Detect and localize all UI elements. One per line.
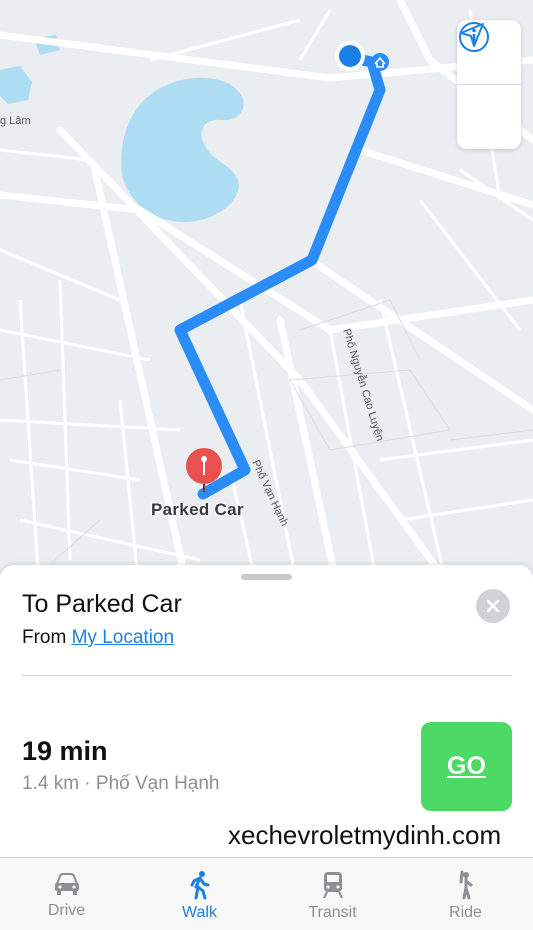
- close-icon: [486, 599, 500, 613]
- my-location-link[interactable]: My Location: [72, 627, 174, 648]
- walk-icon: [190, 871, 209, 900]
- map-controls: [457, 20, 521, 149]
- tab-drive[interactable]: Drive: [0, 858, 133, 930]
- tab-ride[interactable]: Ride: [399, 858, 532, 930]
- tab-transit[interactable]: Transit: [266, 858, 399, 930]
- route-origin: From My Location: [22, 627, 174, 649]
- destination-label: Parked Car: [151, 500, 244, 519]
- map-canvas: Phố Nguyễn Cao Luyện Phố Vạn Hạnh g Lâm: [0, 0, 533, 600]
- route-details: 1.4 km · Phố Vạn Hạnh: [22, 773, 220, 794]
- tab-label: Drive: [47, 902, 86, 919]
- tab-walk[interactable]: Walk: [133, 858, 266, 930]
- location-arrow-icon: [460, 23, 484, 47]
- street-label: g Lâm: [0, 115, 31, 127]
- map-view[interactable]: Phố Nguyễn Cao Luyện Phố Vạn Hạnh g Lâm …: [0, 0, 533, 600]
- close-button[interactable]: [476, 589, 510, 623]
- tab-label: Transit: [308, 904, 357, 921]
- go-button[interactable]: GO: [421, 722, 512, 811]
- tab-label: Ride: [449, 904, 482, 921]
- card-title: To Parked Car: [22, 590, 182, 618]
- ride-icon: [459, 870, 472, 900]
- travel-time: 19 min: [22, 736, 108, 766]
- car-icon: [54, 873, 79, 895]
- from-prefix: From: [22, 627, 67, 648]
- train-icon: [322, 872, 343, 899]
- tab-label: Walk: [182, 904, 217, 921]
- location-button[interactable]: [457, 23, 521, 149]
- transport-tab-bar: Drive Walk Transit Ride: [0, 857, 533, 930]
- divider: [22, 675, 512, 676]
- sheet-grabber[interactable]: [241, 574, 292, 580]
- watermark: xechevroletmydinh.com: [228, 820, 502, 850]
